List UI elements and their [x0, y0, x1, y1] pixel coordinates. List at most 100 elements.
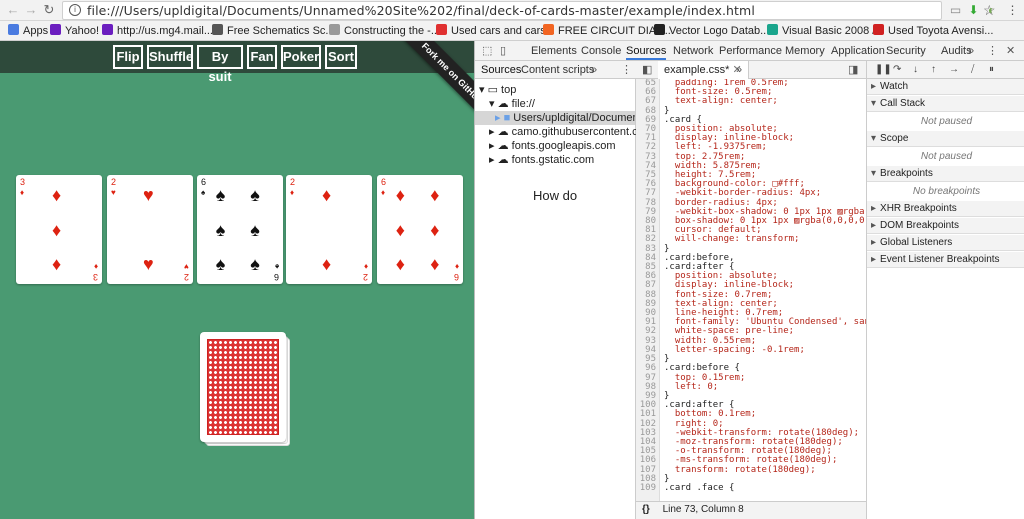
nav-tab-content-scripts[interactable]: Content scripts	[521, 63, 594, 77]
nav-menu-icon[interactable]: ⋮	[621, 63, 632, 77]
bookmark-item[interactable]: Used Toyota Avensi...	[873, 24, 993, 38]
bookmark-favicon-icon	[212, 24, 223, 35]
shuffle-button[interactable]: Shuffle	[147, 45, 193, 69]
pause-icon[interactable]: ❚❚	[875, 63, 892, 77]
devtools-tab-sources[interactable]: Sources	[626, 44, 667, 60]
section-xhr-breakpoints[interactable]: ▸ XHR Breakpoints	[867, 201, 1024, 217]
card-demo-page: Flip Shuffle By suit Fan Poker Sort Fork me o…	[0, 41, 474, 519]
playing-card[interactable]: 2 ♥ 2 ♥ ♥ ♥	[107, 175, 193, 284]
inspect-icon[interactable]: ⬚	[482, 44, 492, 58]
flip-button[interactable]: Flip	[113, 45, 143, 69]
card-suit-pip: ♠	[250, 219, 260, 240]
bookmark-label: Used Toyota Avensi...	[888, 25, 994, 37]
devtools-tab-console[interactable]: Console	[581, 44, 621, 58]
more-tabs-icon[interactable]: »	[968, 44, 974, 58]
by-suit-button[interactable]: By suit	[197, 45, 243, 84]
step-icon[interactable]: →	[949, 63, 959, 77]
code-line[interactable]: letter-spacing: -0.1rem;	[664, 345, 866, 355]
more-icon[interactable]: »	[591, 63, 597, 77]
bookmark-item[interactable]: Yahoo!	[50, 24, 99, 38]
section-dom-breakpoints[interactable]: ▸ DOM Breakpoints	[867, 218, 1024, 234]
card-deck[interactable]	[200, 332, 292, 448]
tree-item-users-folder[interactable]: ▸ ■ Users/upldigital/Documents/U	[475, 111, 635, 125]
devtools-menu-icon[interactable]: ⋮	[987, 44, 998, 58]
step-into-icon[interactable]: ↓	[913, 63, 918, 77]
tree-item-camo[interactable]: ▸ ☁ camo.githubusercontent.com	[489, 125, 653, 139]
expand-arrow-icon: ▾	[871, 98, 877, 109]
bookmark-item[interactable]: Vector Logo Datab...	[654, 24, 769, 38]
section-scope[interactable]: ▾ Scope	[867, 131, 1024, 147]
reload-icon[interactable]: ↻	[42, 3, 56, 17]
device-icon[interactable]: ▯	[500, 44, 506, 58]
url-text[interactable]: file:///Users/upldigital/Documents/Unnam…	[87, 3, 755, 18]
bookmark-label: Vector Logo Datab...	[669, 25, 770, 37]
fan-button[interactable]: Fan	[247, 45, 277, 69]
bookmark-item[interactable]: Constructing the -...	[329, 24, 440, 38]
step-out-icon[interactable]: ↑	[931, 63, 936, 77]
line-numbers: 65 66 67 68 69 70 71 72 73 74 75 76 77 78 79 80 81 82 83 84…	[636, 79, 660, 502]
code-line[interactable]: will-change: transform;	[664, 235, 866, 244]
bookmark-item[interactable]: Visual Basic 2008 /...	[767, 24, 885, 38]
code-line[interactable]: transform: rotate(180deg);	[664, 465, 866, 475]
step-over-icon[interactable]: ↷	[893, 63, 901, 77]
extension-icon[interactable]: ◐	[984, 3, 999, 18]
section-call-stack[interactable]: ▾ Call Stack	[867, 96, 1024, 112]
devtools-tab-network[interactable]: Network	[673, 44, 713, 58]
pretty-print-icon[interactable]: {}	[642, 504, 650, 515]
menu-icon[interactable]: ⋮	[1005, 3, 1020, 18]
devtools-tab-performance[interactable]: Performance	[719, 44, 782, 58]
nav-tab-sources[interactable]: Sources	[481, 63, 521, 77]
address-bar[interactable]: i file:///Users/upldigital/Documents/Unn…	[62, 1, 996, 20]
poker-button[interactable]: Poker	[281, 45, 321, 69]
bookmark-item[interactable]: Apps	[8, 24, 48, 38]
code-line[interactable]: left: 0;	[664, 382, 866, 392]
code-area[interactable]: 65 66 67 68 69 70 71 72 73 74 75 76 77 78 79 80 81 82 83 84…	[636, 79, 866, 502]
forward-icon[interactable]: →	[24, 3, 38, 17]
download-extension-icon[interactable]: ⬇	[966, 3, 981, 18]
playing-card[interactable]: 6 ♦ 6 ♦ ♦ ♦ ♦ ♦ ♦ ♦	[377, 175, 463, 284]
bookmark-item[interactable]: Used cars and cars...	[436, 24, 555, 38]
devtools-tab-security[interactable]: Security	[886, 44, 926, 58]
info-icon[interactable]: i	[69, 4, 81, 16]
card-suit-pip: ♦	[52, 219, 62, 240]
card-corner-suit: ♦	[93, 262, 98, 271]
card-rank: 2	[111, 177, 117, 187]
devtools-tab-memory[interactable]: Memory	[785, 44, 825, 58]
devtools-tab-elements[interactable]: Elements	[531, 44, 577, 58]
tree-item-fonts-googleapis[interactable]: ▸ ☁ fonts.googleapis.com	[489, 139, 616, 153]
close-devtools-icon[interactable]: ✕	[1006, 44, 1015, 58]
toggle-navigator-icon[interactable]: ◧	[642, 63, 652, 77]
section-watch[interactable]: ▸ Watch	[867, 79, 1024, 95]
playing-card[interactable]: 2 ♦ 2 ♦ ♦ ♦	[286, 175, 372, 284]
code-line[interactable]: .card .face {	[664, 483, 866, 493]
extension-icon[interactable]: ▭	[948, 3, 963, 18]
playing-card[interactable]: 6 ♠ 6 ♠ ♠ ♠ ♠ ♠ ♠ ♠	[197, 175, 283, 284]
folder-icon: ▸ ■	[495, 112, 514, 124]
section-title: Scope	[880, 133, 909, 144]
tree-item-fonts-gstatic[interactable]: ▸ ☁ fonts.gstatic.com	[489, 153, 594, 167]
deck-top-card[interactable]	[200, 332, 286, 442]
bookmark-label: Free Schematics Sc...	[227, 25, 335, 37]
playing-card[interactable]: 3 ♦ 3 ♦ ♦ ♦ ♦	[16, 175, 102, 284]
back-icon[interactable]: ←	[6, 3, 20, 17]
bookmark-item[interactable]: Free Schematics Sc...	[212, 24, 335, 38]
tree-item-file[interactable]: ▾ ☁ file://	[489, 97, 535, 111]
devtools-tab-application[interactable]: Application	[831, 44, 885, 58]
code-text[interactable]: padding: 1rem 0.5rem; font-size: 0.5rem;…	[664, 79, 866, 493]
devtools-tab-audits[interactable]: Audits	[941, 44, 972, 58]
section-global-listeners[interactable]: ▸ Global Listeners	[867, 235, 1024, 251]
deactivate-breakpoints-icon[interactable]: ⧸	[971, 63, 974, 77]
code-line[interactable]: text-align: center;	[664, 97, 866, 106]
debugger-sidebar: ❚❚ ↷ ↓ ↑ → ⧸ ⏸ ▸ Watch ▾ Call Stack Not paus…	[866, 61, 1024, 519]
pause-on-exceptions-icon[interactable]: ⏸	[989, 63, 994, 77]
section-event-listener-breakpoints[interactable]: ▸ Event Listener Breakpoints	[867, 252, 1024, 268]
section-breakpoints[interactable]: ▾ Breakpoints	[867, 166, 1024, 182]
bookmark-item[interactable]: http://us.mg4.mail....	[102, 24, 216, 38]
sort-button[interactable]: Sort	[325, 45, 357, 69]
more-files-icon[interactable]: »	[736, 63, 742, 77]
bookmark-favicon-icon	[50, 24, 61, 35]
toggle-debugger-icon[interactable]: ◨	[848, 63, 858, 77]
card-suit-pip: ♦	[395, 219, 405, 240]
card-suit-pip: ♠	[250, 254, 260, 275]
tree-item-top[interactable]: ▾ ▭ top	[479, 83, 516, 97]
